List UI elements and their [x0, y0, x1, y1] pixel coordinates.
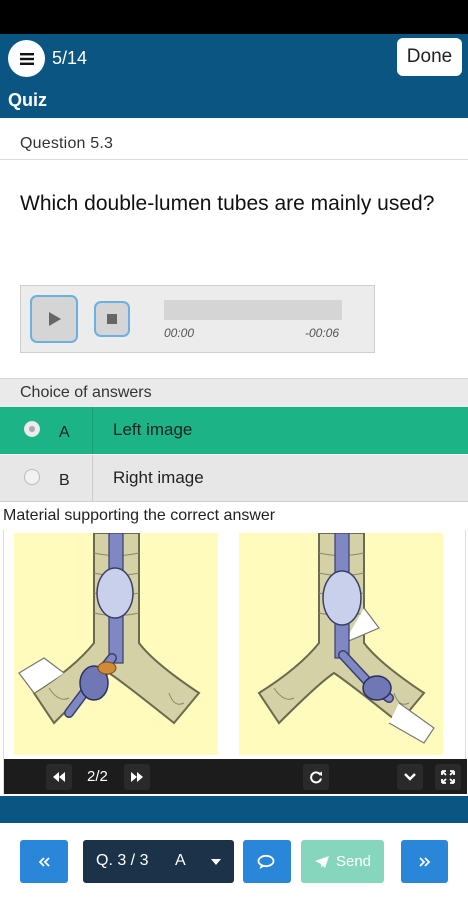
play-icon [49, 312, 61, 326]
fullscreen-icon [441, 770, 455, 784]
answer-letter: A [59, 424, 70, 441]
image-page-indicator: 2/2 [87, 768, 108, 785]
bottom-divider-bar [0, 796, 468, 823]
answer-option-a[interactable]: A Left image [0, 407, 468, 454]
caret-down-icon [211, 859, 221, 865]
bronchial-tube-image-right [239, 533, 443, 755]
answer-label: Left image [113, 420, 193, 439]
comment-button[interactable] [243, 840, 291, 883]
menu-button[interactable] [8, 40, 45, 77]
refresh-icon [310, 771, 322, 784]
next-image-button[interactable] [124, 764, 150, 790]
chevron-down-icon [404, 773, 416, 781]
bronchial-tube-image-left [14, 533, 218, 755]
fast-forward-icon [131, 772, 143, 782]
image-viewer-toolbar: 2/2 [4, 759, 467, 794]
collapse-button[interactable] [397, 764, 423, 790]
previous-image-button[interactable] [46, 764, 72, 790]
quiz-progress: 5/14 [52, 48, 88, 68]
refresh-button[interactable] [303, 764, 329, 790]
send-button[interactable]: Send [301, 840, 384, 883]
bottom-navigation: Q. 3 / 3 A Send [0, 823, 468, 900]
send-label: Send [335, 853, 372, 870]
support-material-header: Material supporting the correct answer [0, 504, 468, 530]
answer-letter-cell: A [0, 407, 93, 454]
question-number: Question 5.3 [20, 135, 114, 152]
question-text: Which double-lumen tubes are mainly used… [20, 192, 435, 215]
audio-remaining-time: -00:06 [305, 326, 340, 340]
image-viewer: 2/2 [3, 530, 467, 794]
done-button[interactable]: Done [397, 38, 462, 76]
comments-icon [257, 854, 275, 869]
radio-button-selected[interactable] [24, 421, 40, 437]
app-bar: 5/14 Done Quiz [0, 34, 468, 118]
hamburger-icon [19, 52, 34, 65]
audio-progress-track[interactable] [164, 300, 342, 320]
double-chevron-right-icon [418, 856, 430, 867]
status-bar [0, 0, 468, 34]
divider [0, 159, 468, 160]
answer-label: Right image [113, 468, 204, 487]
answers-header: Choice of answers [0, 378, 468, 407]
answer-letter: B [59, 472, 70, 489]
answer-option-b[interactable]: B Right image [0, 455, 468, 502]
question-select[interactable]: Q. 3 / 3 A [83, 840, 234, 883]
stop-icon [107, 314, 117, 324]
audio-player: 00:00 -00:06 [20, 285, 375, 353]
fullscreen-button[interactable] [435, 764, 461, 790]
previous-question-button[interactable] [20, 840, 68, 883]
double-chevron-left-icon [38, 856, 50, 867]
rewind-icon [53, 772, 65, 782]
answer-letter-cell: B [0, 455, 93, 501]
page-title: Quiz [8, 90, 47, 110]
audio-elapsed-time: 00:00 [164, 326, 195, 340]
next-question-button[interactable] [401, 840, 448, 883]
radio-button[interactable] [24, 469, 40, 485]
paper-plane-icon [314, 855, 329, 868]
question-select-label: Q. 3 / 3 [96, 852, 149, 869]
play-button[interactable] [30, 295, 78, 343]
question-select-answer: A [175, 852, 186, 869]
stop-button[interactable] [94, 301, 130, 337]
